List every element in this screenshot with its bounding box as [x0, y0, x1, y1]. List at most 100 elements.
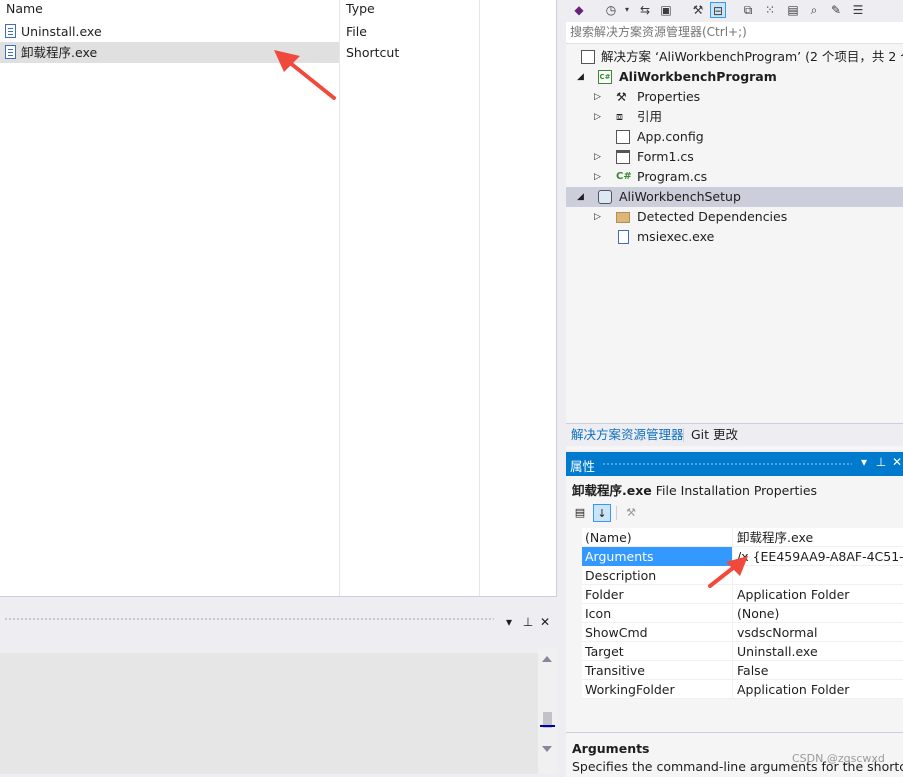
search-input[interactable] — [570, 23, 898, 41]
tab-solution-explorer[interactable]: 解决方案资源管理器 — [571, 424, 684, 446]
tree-item-solution[interactable]: 解决方案 ‘AliWorkbenchProgram’ (2 个项目，共 2 个) — [566, 47, 903, 67]
categorized-icon[interactable]: ▤ — [571, 504, 589, 522]
collapsed-caret-icon[interactable]: ▷ — [594, 207, 601, 227]
property-value[interactable]: Application Folder — [737, 680, 903, 699]
properties-icon[interactable]: ☰ — [850, 2, 866, 18]
tree-item-project[interactable]: ◢ C# AliWorkbenchProgram — [566, 67, 903, 87]
file-system-view: Name Type Uninstall.exe File 卸载程序.exe Sh… — [0, 0, 557, 597]
column-separator[interactable] — [479, 0, 480, 596]
description-title: Arguments — [572, 741, 650, 756]
references-icon: ⧈ — [616, 110, 623, 123]
collapsed-caret-icon[interactable]: ▷ — [594, 107, 601, 127]
collapse-all-icon[interactable]: ▣ — [658, 2, 674, 18]
chevron-down-icon[interactable]: ▾ — [619, 2, 635, 18]
form-icon — [616, 150, 630, 164]
property-name: Arguments — [582, 547, 733, 566]
column-separator[interactable] — [339, 0, 340, 596]
tree-item-form1[interactable]: ▷ Form1.cs — [566, 147, 903, 167]
wrench-icon: ⚒ — [616, 90, 627, 104]
arguments-value-input[interactable]: /x {EE459AA9-A8AF-4C51-97E — [737, 547, 903, 566]
tree-item-program[interactable]: ▷ C# Program.cs — [566, 167, 903, 187]
scroll-down-icon[interactable] — [542, 746, 552, 752]
property-row-folder[interactable]: Folder Application Folder — [582, 585, 903, 604]
property-name: WorkingFolder — [582, 680, 733, 699]
column-header-name[interactable]: Name — [6, 1, 43, 19]
property-row-icon[interactable]: Icon (None) — [582, 604, 903, 623]
tool-window-title-bar[interactable]: ▾ ⊥ ✕ — [0, 605, 557, 629]
tree-item-properties[interactable]: ▷ ⚒ Properties — [566, 87, 903, 107]
tool-window-content — [0, 653, 538, 774]
expanded-caret-icon[interactable]: ◢ — [577, 67, 584, 87]
property-value[interactable]: False — [737, 661, 903, 680]
object-name: 卸载程序.exe — [572, 483, 652, 498]
window-menu-dropdown-icon[interactable]: ▾ — [501, 613, 517, 631]
window-menu-dropdown-icon[interactable]: ▾ — [857, 455, 871, 469]
expanded-caret-icon[interactable]: ◢ — [577, 187, 584, 207]
alphabetical-icon[interactable]: ↓ — [593, 504, 611, 522]
property-row-showcmd[interactable]: ShowCmd vsdscNormal — [582, 623, 903, 642]
sync-icon[interactable]: ⇆ — [637, 2, 653, 18]
property-row-target[interactable]: Target Uninstall.exe — [582, 642, 903, 661]
csharp-project-icon: C# — [598, 70, 612, 84]
grid-icon[interactable]: ⁙ — [762, 2, 778, 18]
splitter[interactable] — [557, 0, 566, 776]
tab-divider — [683, 428, 684, 442]
properties-window: 属性 ▾ ⊥ ✕ 卸载程序.exe File Installation Prop… — [566, 452, 903, 777]
property-row-description[interactable]: Description — [582, 566, 903, 585]
preview-icon[interactable]: ⊟ — [710, 2, 726, 18]
property-row-transitive[interactable]: Transitive False — [582, 661, 903, 680]
tree-item-label: Form1.cs — [637, 149, 694, 164]
property-name: (Name) — [582, 528, 733, 547]
file-icon — [5, 24, 16, 38]
search-file-icon[interactable]: ⌕ — [806, 2, 822, 18]
solution-explorer: ◆ ◷ ▾ ⇆ ▣ ⚒ ⊟ ⧉ ⁙ ▤ ⌕ ✎ ☰ 解决方案 ‘AliWorkb… — [566, 0, 903, 450]
tree-item-detected-dependencies[interactable]: ▷ Detected Dependencies — [566, 207, 903, 227]
tree-item-label: AliWorkbenchSetup — [619, 189, 741, 204]
tree-item-msiexec[interactable]: msiexec.exe — [566, 227, 903, 247]
close-icon[interactable]: ✕ — [890, 455, 903, 469]
pin-icon[interactable]: ⊥ — [874, 455, 888, 469]
property-row-arguments[interactable]: Arguments /x {EE459AA9-A8AF-4C51-97E — [582, 547, 903, 566]
edit-icon[interactable]: ✎ — [828, 2, 844, 18]
collapsed-caret-icon[interactable]: ▷ — [594, 87, 601, 107]
property-value[interactable]: vsdscNormal — [737, 623, 903, 642]
property-row-name[interactable]: (Name) 卸载程序.exe — [582, 528, 903, 547]
tree-item-label: 解决方案 ‘AliWorkbenchProgram’ (2 个项目，共 2 个) — [601, 49, 903, 64]
search-box[interactable] — [566, 22, 903, 44]
collapsed-caret-icon[interactable]: ▷ — [594, 147, 601, 167]
property-value[interactable]: 卸载程序.exe — [737, 528, 903, 547]
property-name: Icon — [582, 604, 733, 623]
vs-switch-views-icon[interactable]: ◆ — [571, 2, 587, 18]
property-value[interactable]: Application Folder — [737, 585, 903, 604]
solution-explorer-toolbar: ◆ ◷ ▾ ⇆ ▣ ⚒ ⊟ ⧉ ⁙ ▤ ⌕ ✎ ☰ — [566, 0, 903, 22]
column-header-type[interactable]: Type — [346, 1, 375, 19]
file-row-selected[interactable]: 卸载程序.exe — [0, 42, 339, 63]
file-row[interactable]: Uninstall.exe — [0, 21, 339, 42]
wrench-icon[interactable]: ⚒ — [690, 2, 706, 18]
history-icon[interactable]: ◷ — [603, 2, 619, 18]
tree-item-label: Properties — [637, 89, 701, 104]
tree-item-app-config[interactable]: App.config — [566, 127, 903, 147]
copy-icon[interactable]: ⧉ — [740, 2, 756, 18]
tab-git-changes[interactable]: Git 更改 — [691, 424, 738, 446]
pin-icon[interactable]: ⊥ — [520, 613, 536, 631]
property-row-working-folder[interactable]: WorkingFolder Application Folder — [582, 680, 903, 699]
collapsed-caret-icon[interactable]: ▷ — [594, 167, 601, 187]
scroll-up-icon[interactable] — [542, 656, 552, 662]
property-name: Description — [582, 566, 733, 585]
document-icon[interactable]: ▤ — [785, 2, 801, 18]
tree-item-label: Detected Dependencies — [637, 209, 788, 224]
close-icon[interactable]: ✕ — [537, 613, 553, 631]
object-type: File Installation Properties — [655, 483, 818, 498]
tree-item-setup-project[interactable]: ◢ AliWorkbenchSetup — [566, 187, 903, 207]
wrench-icon[interactable]: ⚒ — [622, 504, 640, 522]
properties-title-bar[interactable]: 属性 ▾ ⊥ ✕ — [566, 452, 903, 476]
property-value[interactable]: Uninstall.exe — [737, 642, 903, 661]
property-name: Transitive — [582, 661, 733, 680]
properties-object-selector[interactable]: 卸载程序.exe File Installation Properties — [572, 480, 817, 499]
property-name: ShowCmd — [582, 623, 733, 642]
tree-item-references[interactable]: ▷ ⧈ 引用 — [566, 107, 903, 127]
vertical-scrollbar[interactable] — [538, 648, 557, 774]
property-value[interactable]: (None) — [737, 604, 903, 623]
setup-project-icon — [598, 190, 612, 204]
